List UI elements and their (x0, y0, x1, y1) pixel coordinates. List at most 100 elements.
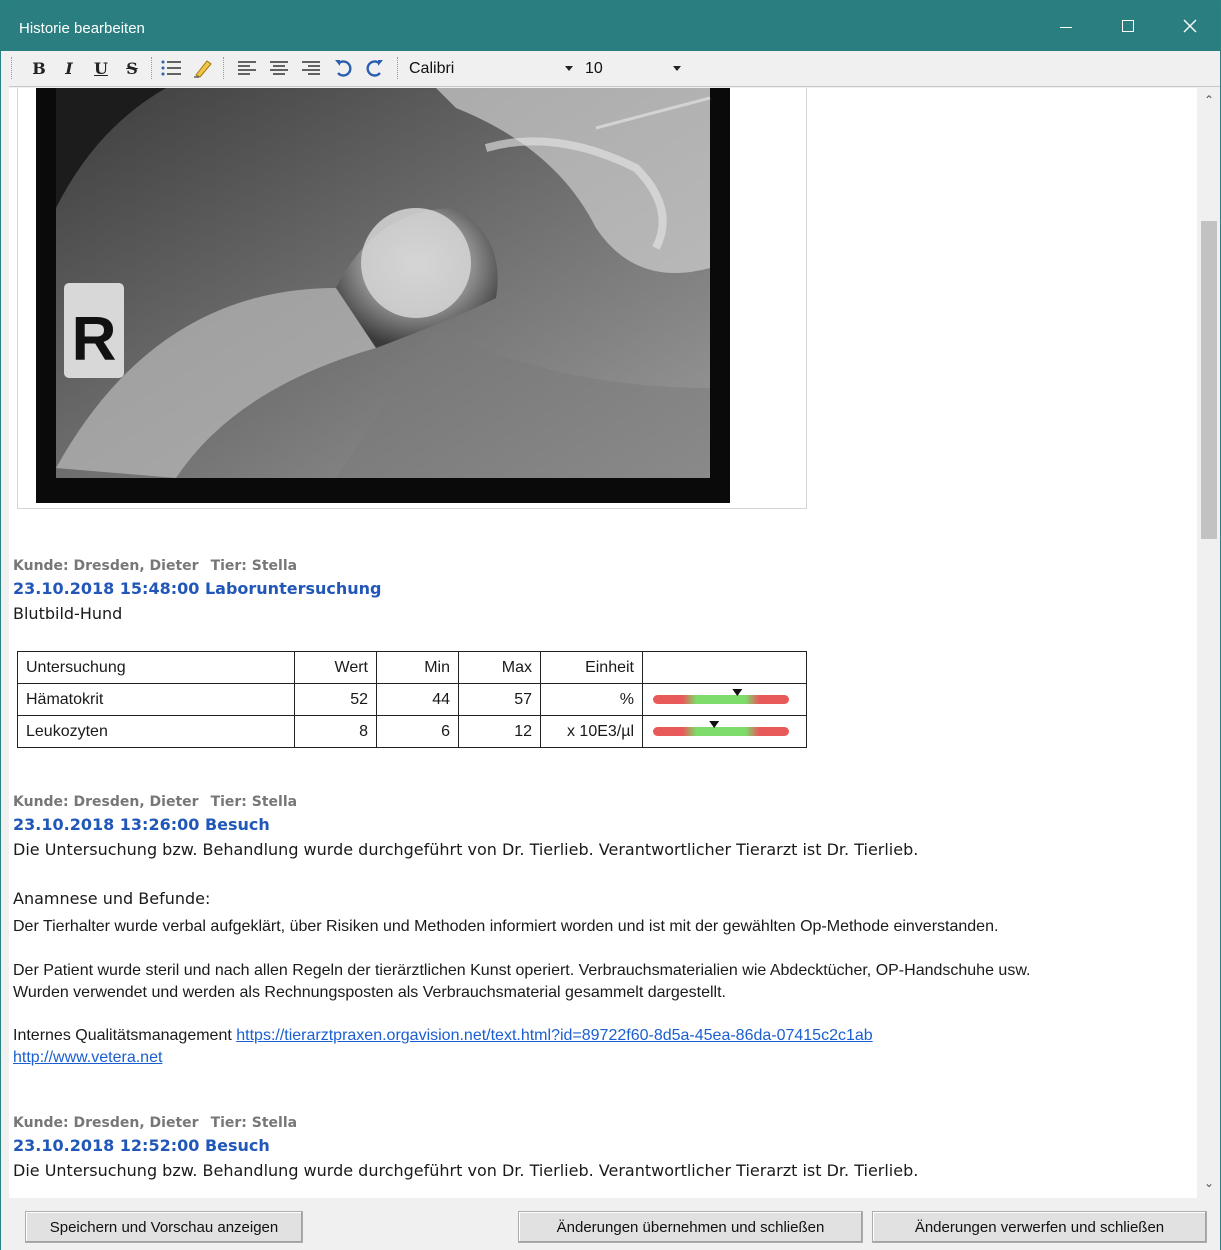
column-header: Min (376, 651, 459, 684)
lab-results-table: Untersuchung Wert Min Max Einheit Hämato… (17, 651, 807, 748)
redo-button[interactable] (363, 56, 387, 80)
scroll-thumb[interactable] (1201, 221, 1217, 539)
animal-label: Tier: Stella (210, 1115, 298, 1131)
column-header: Einheit (540, 651, 643, 684)
strikethrough-button[interactable]: S (120, 56, 144, 80)
animal-label: Tier: Stella (210, 794, 298, 810)
paragraph: Der Tierhalter wurde verbal aufgeklärt, … (13, 918, 999, 935)
font-family-select[interactable]: Calibri (405, 56, 577, 82)
align-center-button[interactable] (267, 56, 291, 80)
redo-icon (366, 60, 383, 77)
align-left-icon (238, 61, 256, 75)
italic-button[interactable]: I (57, 56, 81, 80)
entry-subtitle: Blutbild-Hund (13, 604, 123, 623)
history-editor[interactable]: R Kunde: Dresden, Dieter Tier: Stella 23.… (9, 88, 1197, 1198)
scroll-down-icon[interactable]: ⌄ (1201, 1176, 1217, 1192)
range-indicator (642, 715, 807, 748)
history-edit-window: Historie bearbeiten B I U S Calibri 10 R… (0, 0, 1221, 1250)
range-bar (653, 695, 789, 704)
undo-icon (335, 60, 352, 77)
range-marker (732, 689, 743, 696)
bullet-list-icon (161, 60, 181, 76)
toolbar-separator (397, 57, 399, 79)
apply-close-button[interactable]: Änderungen übernehmen und schließen (518, 1211, 863, 1243)
qm-label: Internes Qualitätsmanagement (13, 1027, 232, 1044)
maximize-button[interactable] (1097, 1, 1159, 51)
entry-heading: 23.10.2018 12:52:00 Besuch (13, 1136, 270, 1155)
bullet-list-button[interactable] (159, 56, 183, 80)
close-button[interactable] (1159, 1, 1221, 51)
format-toolbar: B I U S Calibri 10 (9, 51, 1220, 87)
vertical-scrollbar[interactable]: ⌃ ⌄ (1197, 88, 1220, 1198)
column-header (642, 651, 807, 684)
cell-value: 52 (294, 683, 377, 716)
align-center-icon (270, 61, 288, 75)
bold-button[interactable]: B (27, 56, 51, 80)
cell-value: 8 (294, 715, 377, 748)
chevron-down-icon (673, 66, 681, 71)
discard-close-button[interactable]: Änderungen verwerfen und schließen (872, 1211, 1207, 1243)
entry-line: Die Untersuchung bzw. Behandlung wurde d… (13, 840, 919, 859)
minimize-icon (1060, 26, 1072, 28)
website-link[interactable]: http://www.vetera.net (13, 1047, 162, 1069)
cell-unit: x 10E3/µl (540, 715, 643, 748)
entry-heading: 23.10.2018 15:48:00 Laboruntersuchung (13, 579, 382, 598)
cell-max: 57 (458, 683, 541, 716)
customer-label: Kunde: Dresden, Dieter (13, 558, 199, 574)
column-header: Max (458, 651, 541, 684)
undo-button[interactable] (331, 56, 355, 80)
section-title: Anamnese und Befunde: (13, 889, 211, 908)
table-row: Leukozyten 8 6 12 x 10E3/µl (17, 715, 807, 748)
column-header: Untersuchung (17, 651, 295, 684)
save-preview-button[interactable]: Speichern und Vorschau anzeigen (25, 1211, 303, 1243)
paragraph: Wurden verwendet und werden als Rechnung… (13, 984, 726, 1001)
table-header-row: Untersuchung Wert Min Max Einheit (17, 651, 807, 684)
animal-label: Tier: Stella (210, 558, 298, 574)
range-indicator (642, 683, 807, 716)
range-bar (653, 727, 789, 736)
align-left-button[interactable] (235, 56, 259, 80)
font-family-value: Calibri (409, 60, 455, 77)
chevron-down-icon (565, 66, 573, 71)
cell-min: 44 (376, 683, 459, 716)
cell-test-name: Leukozyten (17, 715, 295, 748)
title-bar: Historie bearbeiten (1, 1, 1220, 51)
xray-image-frame: R (17, 88, 807, 509)
toolbar-separator (151, 57, 153, 79)
entry-meta: Kunde: Dresden, Dieter Tier: Stella (13, 558, 309, 574)
underline-button[interactable]: U (89, 56, 113, 80)
qm-line: Internes Qualitätsmanagement https://tie… (13, 1025, 873, 1047)
customer-label: Kunde: Dresden, Dieter (13, 1115, 199, 1131)
highlight-button[interactable] (191, 56, 215, 80)
paragraph: Der Patient wurde steril und nach allen … (13, 962, 1031, 979)
toolbar-grip (11, 57, 13, 79)
cell-unit: % (540, 683, 643, 716)
minimize-button[interactable] (1035, 1, 1097, 51)
cell-test-name: Hämatokrit (17, 683, 295, 716)
table-row: Hämatokrit 52 44 57 % (17, 683, 807, 716)
xray-marker-letter: R (72, 305, 117, 374)
close-icon (1183, 19, 1197, 33)
entry-heading: 23.10.2018 13:26:00 Besuch (13, 815, 270, 834)
font-size-value: 10 (585, 60, 603, 77)
range-marker (709, 721, 720, 728)
entry-meta: Kunde: Dresden, Dieter Tier: Stella (13, 794, 309, 810)
align-right-icon (302, 61, 320, 75)
xray-image: R (36, 88, 730, 503)
xray-marker: R (64, 283, 124, 378)
column-header: Wert (294, 651, 377, 684)
scroll-up-icon[interactable]: ⌃ (1201, 93, 1217, 109)
qm-link[interactable]: https://tierarztpraxen.orgavision.net/te… (236, 1027, 872, 1044)
button-bar: Speichern und Vorschau anzeigen Änderung… (1, 1198, 1220, 1250)
cell-min: 6 (376, 715, 459, 748)
font-size-select[interactable]: 10 (581, 56, 685, 82)
toolbar-separator (223, 57, 225, 79)
entry-line: Die Untersuchung bzw. Behandlung wurde d… (13, 1161, 919, 1180)
maximize-icon (1122, 20, 1134, 32)
cell-max: 12 (458, 715, 541, 748)
window-title: Historie bearbeiten (19, 20, 145, 37)
highlight-pen-icon (194, 60, 212, 78)
customer-label: Kunde: Dresden, Dieter (13, 794, 199, 810)
align-right-button[interactable] (299, 56, 323, 80)
entry-meta: Kunde: Dresden, Dieter Tier: Stella (13, 1115, 309, 1131)
